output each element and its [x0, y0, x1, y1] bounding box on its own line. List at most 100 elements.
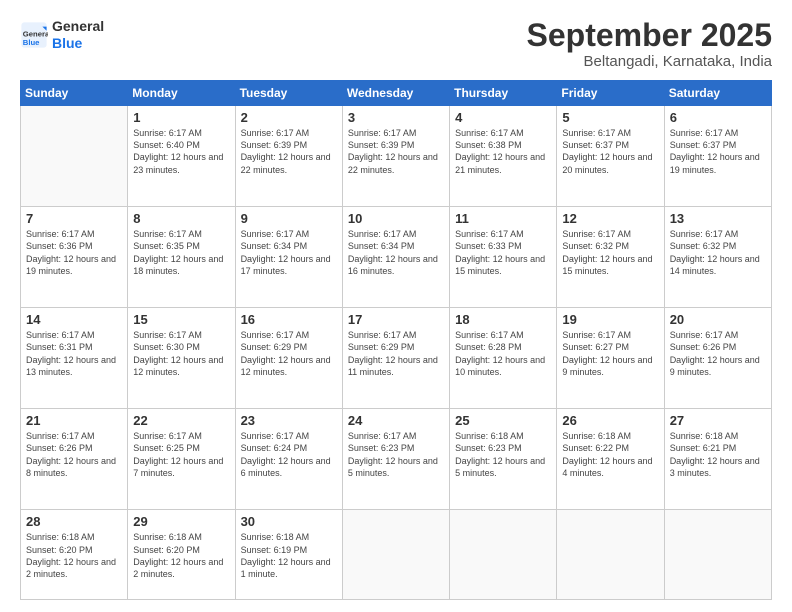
day-number: 10: [348, 211, 444, 226]
calendar-cell: 27Sunrise: 6:18 AMSunset: 6:21 PMDayligh…: [664, 409, 771, 510]
header-wednesday: Wednesday: [342, 81, 449, 106]
calendar-cell: 23Sunrise: 6:17 AMSunset: 6:24 PMDayligh…: [235, 409, 342, 510]
day-number: 17: [348, 312, 444, 327]
calendar-cell: 30 Sunrise: 6:18 AMSunset: 6:19 PMDayligh…: [235, 510, 342, 600]
day-info: Sunrise: 6:18 AMSunset: 6:23 PMDaylight:…: [455, 430, 551, 479]
day-number: 28: [26, 514, 122, 529]
calendar-cell: [342, 510, 449, 600]
day-info: Sunrise: 6:17 AMSunset: 6:37 PMDaylight:…: [562, 127, 658, 176]
calendar-cell: 4 Sunrise: 6:17 AMSunset: 6:38 PMDaylight…: [450, 106, 557, 207]
calendar-cell: 29 Sunrise: 6:18 AMSunset: 6:20 PMDayligh…: [128, 510, 235, 600]
day-number: 7: [26, 211, 122, 226]
svg-text:General: General: [23, 29, 48, 38]
calendar-cell: 11Sunrise: 6:17 AMSunset: 6:33 PMDayligh…: [450, 207, 557, 308]
calendar-cell: 12Sunrise: 6:17 AMSunset: 6:32 PMDayligh…: [557, 207, 664, 308]
day-number: 23: [241, 413, 337, 428]
day-number: 30: [241, 514, 337, 529]
day-info: Sunrise: 6:17 AMSunset: 6:26 PMDaylight:…: [26, 430, 122, 479]
logo-icon: General Blue: [20, 21, 48, 49]
header-sunday: Sunday: [21, 81, 128, 106]
day-info: Sunrise: 6:17 AMSunset: 6:30 PMDaylight:…: [133, 329, 229, 378]
day-number: 6: [670, 110, 766, 125]
svg-text:Blue: Blue: [23, 38, 40, 47]
day-number: 18: [455, 312, 551, 327]
calendar-cell: [664, 510, 771, 600]
calendar-cell: 7 Sunrise: 6:17 AMSunset: 6:36 PMDaylight…: [21, 207, 128, 308]
day-number: 1: [133, 110, 229, 125]
day-number: 25: [455, 413, 551, 428]
day-info: Sunrise: 6:18 AMSunset: 6:21 PMDaylight:…: [670, 430, 766, 479]
calendar-cell: 15 Sunrise: 6:17 AMSunset: 6:30 PMDayligh…: [128, 308, 235, 409]
week-row-5: 28 Sunrise: 6:18 AMSunset: 6:20 PMDayligh…: [21, 510, 772, 600]
day-number: 4: [455, 110, 551, 125]
calendar-cell: 5 Sunrise: 6:17 AMSunset: 6:37 PMDaylight…: [557, 106, 664, 207]
page: General Blue General Blue September 2025…: [0, 0, 792, 612]
header: General Blue General Blue September 2025…: [20, 18, 772, 70]
day-number: 12: [562, 211, 658, 226]
week-row-3: 14 Sunrise: 6:17 AMSunset: 6:31 PMDayligh…: [21, 308, 772, 409]
title-block: September 2025 Beltangadi, Karnataka, In…: [527, 18, 772, 70]
day-info: Sunrise: 6:17 AMSunset: 6:39 PMDaylight:…: [348, 127, 444, 176]
header-monday: Monday: [128, 81, 235, 106]
calendar-cell: 9 Sunrise: 6:17 AMSunset: 6:34 PMDaylight…: [235, 207, 342, 308]
day-info: Sunrise: 6:17 AMSunset: 6:37 PMDaylight:…: [670, 127, 766, 176]
day-info: Sunrise: 6:17 AMSunset: 6:34 PMDaylight:…: [241, 228, 337, 277]
calendar-cell: [557, 510, 664, 600]
month-title: September 2025: [527, 18, 772, 53]
day-info: Sunrise: 6:18 AMSunset: 6:19 PMDaylight:…: [241, 531, 337, 580]
day-number: 3: [348, 110, 444, 125]
day-number: 9: [241, 211, 337, 226]
calendar-cell: 10Sunrise: 6:17 AMSunset: 6:34 PMDayligh…: [342, 207, 449, 308]
day-number: 29: [133, 514, 229, 529]
day-number: 8: [133, 211, 229, 226]
day-number: 11: [455, 211, 551, 226]
day-info: Sunrise: 6:17 AMSunset: 6:23 PMDaylight:…: [348, 430, 444, 479]
calendar-cell: 1 Sunrise: 6:17 AMSunset: 6:40 PMDaylight…: [128, 106, 235, 207]
header-friday: Friday: [557, 81, 664, 106]
calendar-cell: 24 Sunrise: 6:17 AMSunset: 6:23 PMDayligh…: [342, 409, 449, 510]
day-number: 14: [26, 312, 122, 327]
day-number: 15: [133, 312, 229, 327]
calendar-cell: 21 Sunrise: 6:17 AMSunset: 6:26 PMDayligh…: [21, 409, 128, 510]
day-number: 20: [670, 312, 766, 327]
day-info: Sunrise: 6:17 AMSunset: 6:31 PMDaylight:…: [26, 329, 122, 378]
header-saturday: Saturday: [664, 81, 771, 106]
calendar-cell: 17 Sunrise: 6:17 AMSunset: 6:29 PMDayligh…: [342, 308, 449, 409]
day-number: 5: [562, 110, 658, 125]
calendar-cell: 22 Sunrise: 6:17 AMSunset: 6:25 PMDayligh…: [128, 409, 235, 510]
calendar-cell: 28 Sunrise: 6:18 AMSunset: 6:20 PMDayligh…: [21, 510, 128, 600]
day-info: Sunrise: 6:17 AMSunset: 6:25 PMDaylight:…: [133, 430, 229, 479]
day-number: 22: [133, 413, 229, 428]
header-tuesday: Tuesday: [235, 81, 342, 106]
day-info: Sunrise: 6:17 AMSunset: 6:36 PMDaylight:…: [26, 228, 122, 277]
day-number: 24: [348, 413, 444, 428]
logo: General Blue General Blue: [20, 18, 104, 52]
calendar-cell: 6 Sunrise: 6:17 AMSunset: 6:37 PMDaylight…: [664, 106, 771, 207]
day-number: 13: [670, 211, 766, 226]
day-info: Sunrise: 6:17 AMSunset: 6:28 PMDaylight:…: [455, 329, 551, 378]
week-row-2: 7 Sunrise: 6:17 AMSunset: 6:36 PMDaylight…: [21, 207, 772, 308]
header-thursday: Thursday: [450, 81, 557, 106]
day-number: 19: [562, 312, 658, 327]
calendar-cell: [21, 106, 128, 207]
week-row-1: 1 Sunrise: 6:17 AMSunset: 6:40 PMDaylight…: [21, 106, 772, 207]
calendar-cell: [450, 510, 557, 600]
day-info: Sunrise: 6:17 AMSunset: 6:27 PMDaylight:…: [562, 329, 658, 378]
calendar-cell: 25 Sunrise: 6:18 AMSunset: 6:23 PMDayligh…: [450, 409, 557, 510]
calendar-cell: 3 Sunrise: 6:17 AMSunset: 6:39 PMDaylight…: [342, 106, 449, 207]
logo-line1: General: [52, 18, 104, 35]
calendar-cell: 14 Sunrise: 6:17 AMSunset: 6:31 PMDayligh…: [21, 308, 128, 409]
day-number: 2: [241, 110, 337, 125]
day-info: Sunrise: 6:18 AMSunset: 6:20 PMDaylight:…: [26, 531, 122, 580]
day-info: Sunrise: 6:17 AMSunset: 6:29 PMDaylight:…: [348, 329, 444, 378]
calendar-cell: 26Sunrise: 6:18 AMSunset: 6:22 PMDayligh…: [557, 409, 664, 510]
day-number: 21: [26, 413, 122, 428]
calendar-cell: 19 Sunrise: 6:17 AMSunset: 6:27 PMDayligh…: [557, 308, 664, 409]
week-row-4: 21 Sunrise: 6:17 AMSunset: 6:26 PMDayligh…: [21, 409, 772, 510]
day-info: Sunrise: 6:17 AMSunset: 6:40 PMDaylight:…: [133, 127, 229, 176]
day-info: Sunrise: 6:17 AMSunset: 6:39 PMDaylight:…: [241, 127, 337, 176]
weekday-header-row: Sunday Monday Tuesday Wednesday Thursday…: [21, 81, 772, 106]
calendar-cell: 2 Sunrise: 6:17 AMSunset: 6:39 PMDaylight…: [235, 106, 342, 207]
day-info: Sunrise: 6:18 AMSunset: 6:20 PMDaylight:…: [133, 531, 229, 580]
day-info: Sunrise: 6:17 AMSunset: 6:38 PMDaylight:…: [455, 127, 551, 176]
